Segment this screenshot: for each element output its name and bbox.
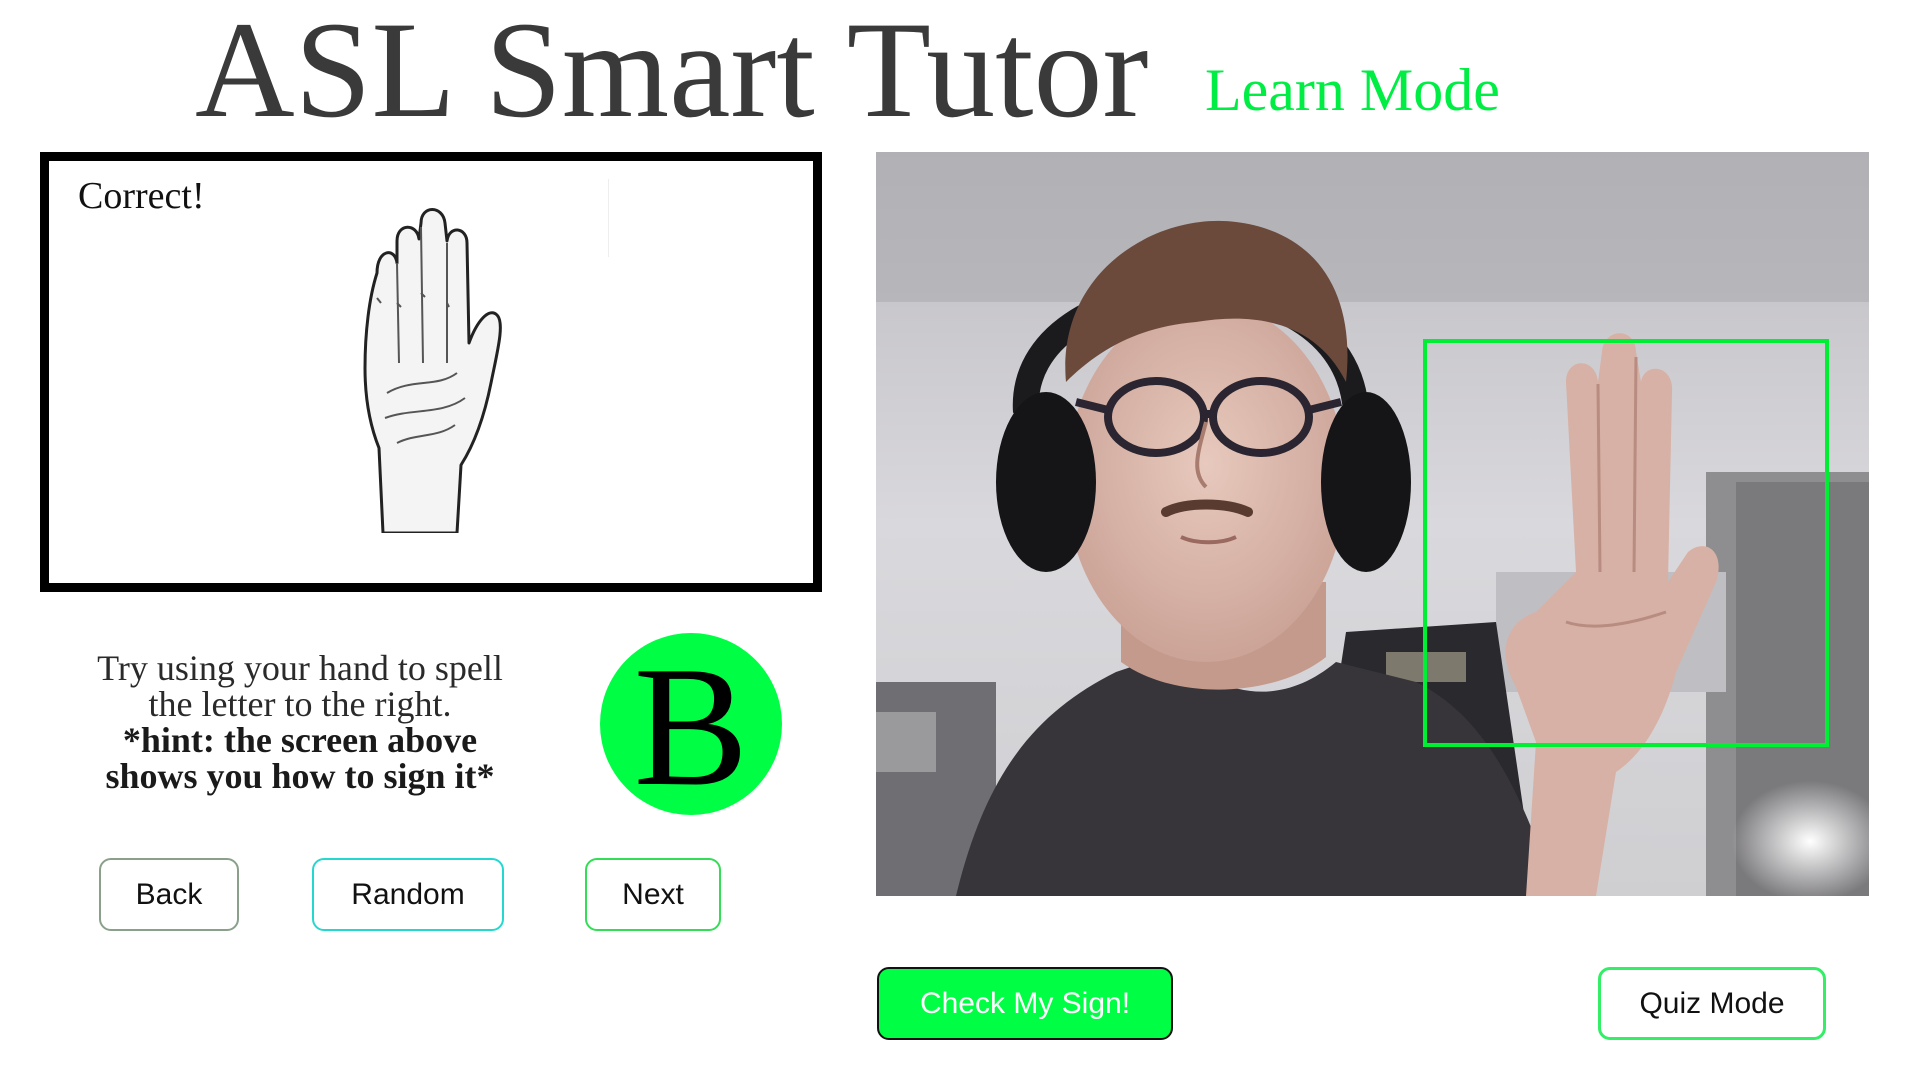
target-letter-badge: B <box>600 633 782 815</box>
webcam-feed <box>876 152 1869 896</box>
hint-line-1: *hint: the screen above <box>122 720 478 760</box>
instruction-line-1: Try using your hand to spell <box>97 648 503 688</box>
hand-detection-box <box>1423 339 1829 747</box>
feedback-text: Correct! <box>78 175 205 217</box>
hint-line-2: shows you how to sign it* <box>105 756 495 796</box>
reference-panel: Correct! <box>40 152 822 592</box>
instructions: Try using your hand to spell the letter … <box>55 650 545 794</box>
quiz-mode-button[interactable]: Quiz Mode <box>1598 967 1826 1040</box>
app-title: ASL Smart Tutor <box>195 0 1149 146</box>
mode-label: Learn Mode <box>1205 57 1500 123</box>
open-palm-hand-icon <box>357 203 509 535</box>
random-button[interactable]: Random <box>312 858 504 931</box>
instruction-line-2: the letter to the right. <box>148 684 452 724</box>
check-my-sign-button[interactable]: Check My Sign! <box>877 967 1173 1040</box>
target-letter: B <box>633 632 749 822</box>
divider <box>608 179 609 257</box>
next-button[interactable]: Next <box>585 858 721 931</box>
back-button[interactable]: Back <box>99 858 239 931</box>
